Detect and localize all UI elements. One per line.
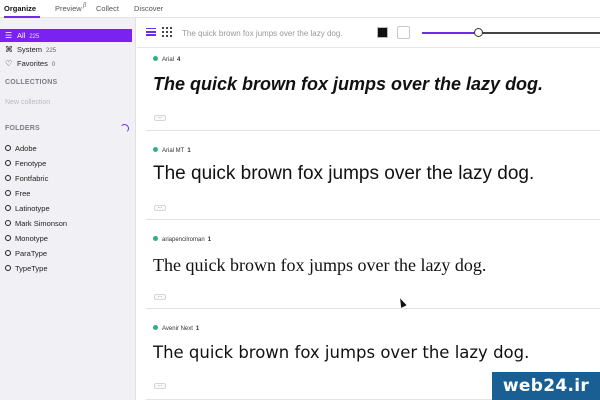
font-style-count: 4 <box>177 57 181 63</box>
font-card-meta: Arial 4 <box>153 56 180 63</box>
font-name: Arial <box>162 57 175 63</box>
top-tab-bar: Organize Preview β Collect Discover <box>0 0 600 18</box>
site-watermark: web24.ir <box>492 372 600 400</box>
new-collection-input[interactable]: New collection <box>5 99 50 106</box>
folder-item-paratype[interactable]: ParaType <box>0 247 132 261</box>
sidebar-item-all[interactable]: ☰ All 225 <box>0 29 132 42</box>
tab-preview[interactable]: Preview <box>55 4 82 13</box>
sidebar-item-favorites[interactable]: ♡ Favorites 0 <box>0 57 132 70</box>
font-card-meta: Avenir Next 1 <box>153 325 199 332</box>
more-options-button[interactable]: ... <box>154 115 166 121</box>
grid-view-icon[interactable] <box>162 27 172 37</box>
heart-icon: ♡ <box>5 59 13 68</box>
tab-organize[interactable]: Organize <box>4 4 36 13</box>
folder-label: Monotype <box>15 234 48 243</box>
font-name: ariapencilroman <box>162 237 205 243</box>
watermark-text: web24.ir <box>502 376 590 396</box>
command-icon: ⌘ <box>5 45 13 54</box>
folder-label: Fenotype <box>15 159 47 168</box>
preview-toolbar <box>137 18 600 48</box>
folder-label: Adobe <box>15 144 37 153</box>
font-size-slider-handle[interactable] <box>473 28 483 37</box>
sidebar-item-label: System <box>17 45 43 54</box>
folder-label: Latinotype <box>15 204 50 213</box>
folder-ring-icon <box>5 220 11 226</box>
font-sample-text: The quick brown fox jumps over the lazy … <box>153 343 530 362</box>
folder-item-fenotype[interactable]: Fenotype <box>0 157 132 171</box>
loading-spinner-icon <box>120 124 129 133</box>
sidebar-item-count: 0 <box>51 62 56 68</box>
more-options-button[interactable]: ... <box>154 294 166 300</box>
folder-label: Fontfabric <box>15 174 49 183</box>
active-status-icon <box>153 56 158 61</box>
font-style-count: 1 <box>187 148 191 154</box>
folder-ring-icon <box>5 160 11 166</box>
list-view-icon[interactable] <box>146 28 156 36</box>
sidebar-item-label: Favorites <box>17 59 48 68</box>
active-status-icon <box>153 147 158 152</box>
font-card-meta: ariapencilroman 1 <box>153 236 211 243</box>
folder-item-mark-simonson[interactable]: Mark Simonson <box>0 217 132 231</box>
sidebar-item-count: 225 <box>29 34 40 40</box>
active-status-icon <box>153 236 158 241</box>
folder-ring-icon <box>5 235 11 241</box>
font-style-count: 1 <box>195 326 200 332</box>
tab-discover[interactable]: Discover <box>134 4 163 13</box>
sidebar: ☰ All 225 ⌘ System 225 ♡ Favorites 0 COLLEC… <box>0 18 136 400</box>
sample-text-input[interactable] <box>182 24 362 42</box>
folder-item-latinotype[interactable]: Latinotype <box>0 202 132 216</box>
folder-ring-icon <box>5 265 11 271</box>
folder-ring-icon <box>5 250 11 256</box>
sidebar-item-label: All <box>17 31 26 40</box>
folder-item-fontfabric[interactable]: Fontfabric <box>0 172 132 186</box>
folder-item-typetype[interactable]: TypeType <box>0 262 132 276</box>
folder-ring-icon <box>5 145 11 151</box>
font-sample-text: The quick brown fox jumps over the lazy … <box>153 163 535 184</box>
background-color-swatch[interactable] <box>397 26 410 39</box>
tab-collect[interactable]: Collect <box>96 4 119 13</box>
folder-label: TypeType <box>15 264 48 273</box>
font-sample-text: The quick brown fox jumps over the lazy … <box>153 74 544 94</box>
folder-item-free[interactable]: Free <box>0 187 132 201</box>
font-name: Avenir Next <box>162 326 193 332</box>
font-sample-text: The quick brown fox jumps over the lazy … <box>153 255 487 275</box>
more-options-button[interactable]: ... <box>154 383 166 389</box>
font-card-arial[interactable]: Arial 4 The quick brown fox jumps over th… <box>146 49 600 131</box>
folder-ring-icon <box>5 205 11 211</box>
preview-beta-badge: β <box>83 2 87 9</box>
folder-label: Free <box>15 189 31 198</box>
font-card-meta: Arial MT 1 <box>153 147 191 154</box>
folders-heading: FOLDERS <box>5 125 40 132</box>
font-card-ariapencilroman[interactable]: ariapencilroman 1 The quick brown fox jum… <box>146 221 600 309</box>
font-style-count: 1 <box>207 237 212 243</box>
collections-heading: COLLECTIONS <box>5 79 58 86</box>
folder-label: Mark Simonson <box>15 219 68 228</box>
more-options-button[interactable]: ... <box>154 205 166 211</box>
folder-item-adobe[interactable]: Adobe <box>0 142 132 156</box>
active-status-icon <box>153 325 158 330</box>
text-color-swatch[interactable] <box>377 27 388 38</box>
font-card-arial-mt[interactable]: Arial MT 1 The quick brown fox jumps over… <box>146 132 600 220</box>
folder-item-monotype[interactable]: Monotype <box>0 232 132 246</box>
sidebar-item-system[interactable]: ⌘ System 225 <box>0 43 132 56</box>
font-size-slider-fill <box>422 32 479 34</box>
list-icon: ☰ <box>5 31 13 40</box>
sidebar-item-count: 225 <box>46 48 57 54</box>
folder-label: ParaType <box>15 249 48 258</box>
folder-ring-icon <box>5 175 11 181</box>
font-name: Arial MT <box>162 148 185 154</box>
folder-ring-icon <box>5 190 11 196</box>
